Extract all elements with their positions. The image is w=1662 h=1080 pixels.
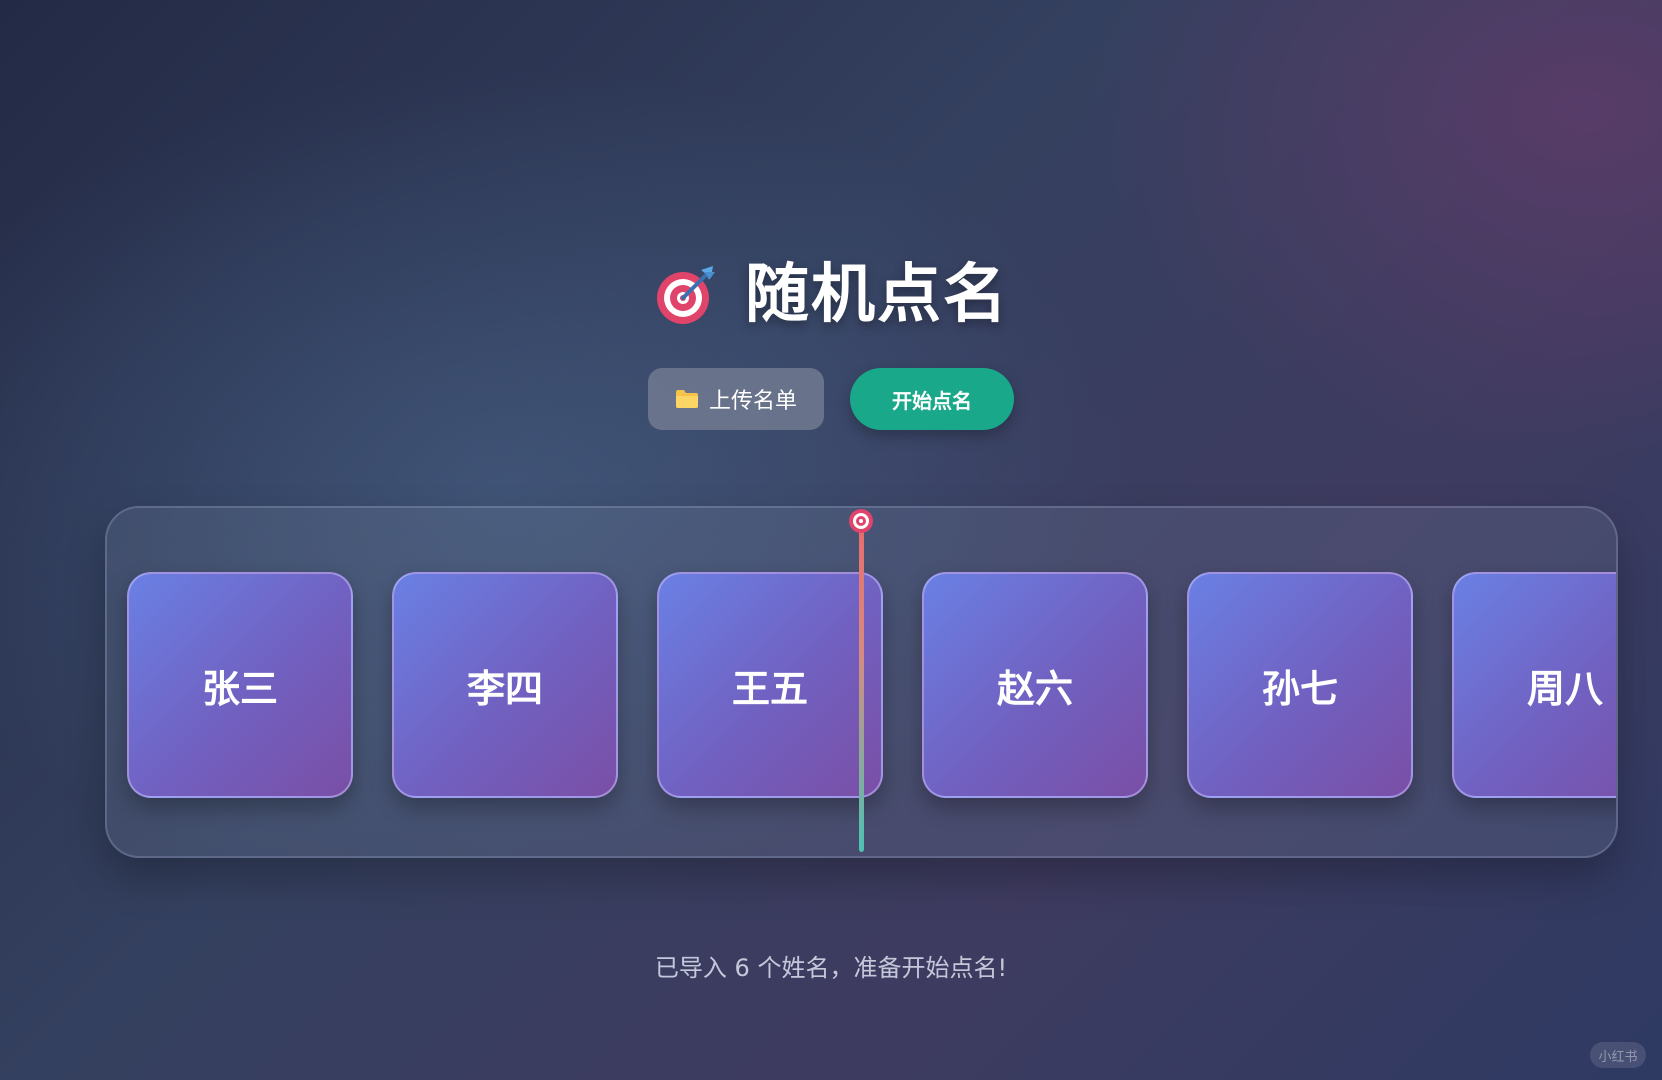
header: 随机点名 <box>0 262 1662 328</box>
folder-icon <box>675 390 698 408</box>
page-title: 随机点名 <box>745 258 1009 332</box>
target-dart-icon <box>657 266 715 324</box>
start-roll-call-button[interactable]: 开始点名 <box>850 368 1014 430</box>
name-card: 周八 <box>1452 572 1616 798</box>
name-card: 李四 <box>392 572 618 798</box>
pointer-target-icon <box>849 509 873 533</box>
toolbar: 上传名单 开始点名 <box>0 368 1662 430</box>
name-card: 王五 <box>657 572 883 798</box>
watermark: 小红书 <box>1590 1042 1646 1068</box>
status-message: 已导入 6 个姓名，准备开始点名! <box>654 954 1008 982</box>
name-card: 张三 <box>127 572 353 798</box>
selection-pointer-line <box>859 516 864 852</box>
upload-list-button[interactable]: 上传名单 <box>648 368 824 430</box>
name-card: 赵六 <box>922 572 1148 798</box>
name-card: 孙七 <box>1187 572 1413 798</box>
upload-list-label: 上传名单 <box>708 389 797 414</box>
name-carousel: 张三 李四 王五 赵六 孙七 周八 <box>105 506 1618 858</box>
